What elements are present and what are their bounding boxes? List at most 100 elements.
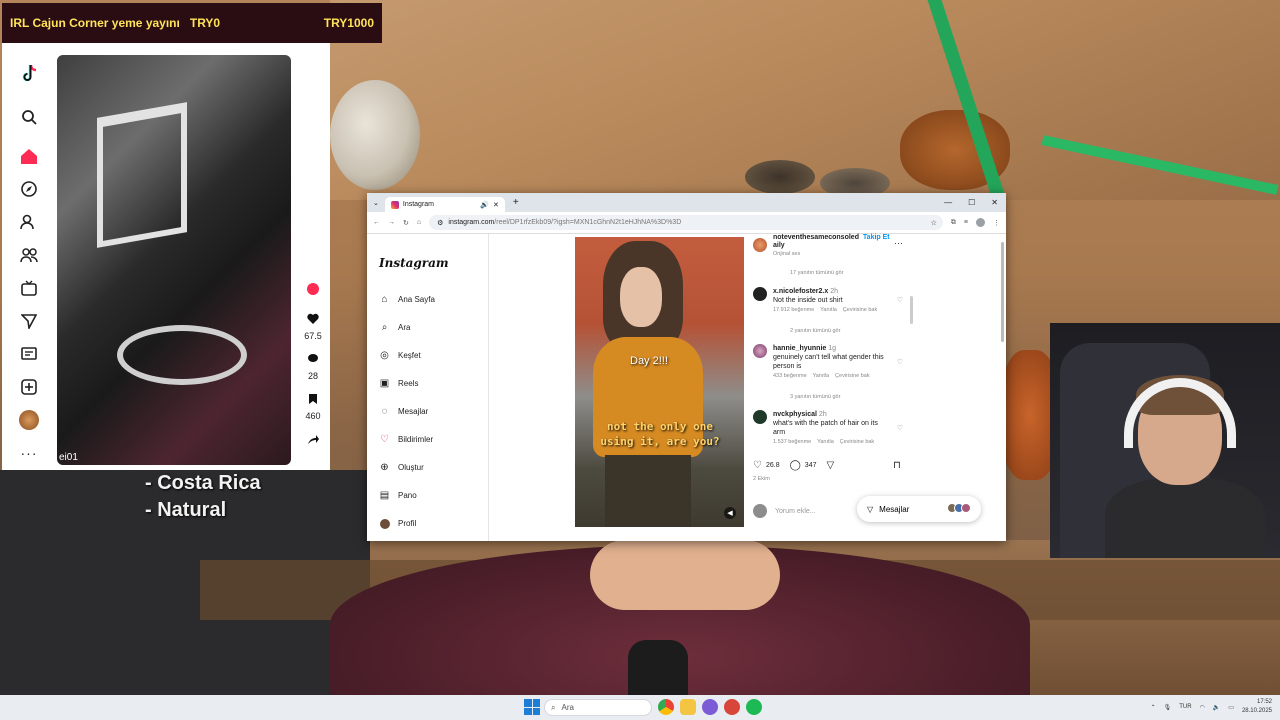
profile-avatar-icon[interactable] bbox=[18, 409, 40, 431]
nav-item-reels[interactable]: ▣ Reels bbox=[379, 378, 419, 389]
post-comment-count[interactable]: 347 bbox=[805, 462, 817, 469]
reply-link[interactable]: Yanıtla bbox=[820, 307, 837, 313]
nav-item-profile[interactable]: Profil bbox=[379, 518, 416, 529]
forward-icon[interactable]: → bbox=[388, 219, 395, 226]
reply-link[interactable]: Yanıtla bbox=[817, 439, 834, 445]
creator-avatar-icon[interactable] bbox=[302, 283, 324, 295]
microphone-icon[interactable]: 🎙 bbox=[1164, 704, 1172, 711]
comment-post-icon[interactable]: ◯ bbox=[790, 460, 801, 471]
commenter-avatar[interactable] bbox=[753, 410, 767, 424]
reply-link[interactable]: Yanıtla bbox=[812, 373, 829, 379]
browser-menu-icon[interactable]: ⋮ bbox=[993, 219, 1000, 227]
tray-overflow-icon[interactable]: ⌃ bbox=[1151, 704, 1156, 711]
comment-likes[interactable]: 433 beğenme bbox=[773, 373, 807, 379]
follow-button[interactable]: Takip Et bbox=[863, 234, 890, 241]
explore-icon[interactable] bbox=[18, 178, 40, 200]
nav-item-create[interactable]: ⊕ Oluştur bbox=[379, 462, 424, 473]
bookmark-icon[interactable] bbox=[302, 393, 324, 407]
comments-scrollbar[interactable] bbox=[910, 296, 913, 324]
instagram-logo[interactable]: Instagram bbox=[379, 256, 449, 270]
post-like-count[interactable]: 26.8 bbox=[766, 462, 780, 469]
language-indicator[interactable]: TUR bbox=[1179, 704, 1191, 710]
discord-icon[interactable] bbox=[702, 699, 718, 715]
tab-close-icon[interactable]: ✕ bbox=[493, 201, 499, 209]
view-replies-link[interactable]: 17 yanıtın tümünü gör bbox=[790, 270, 844, 276]
view-replies-link[interactable]: 2 yanıtın tümünü gör bbox=[790, 328, 840, 334]
file-explorer-icon[interactable] bbox=[680, 699, 696, 715]
clock[interactable]: 17:52 28.10.2025 bbox=[1242, 698, 1272, 716]
nav-item-dashboard[interactable]: ▤ Pano bbox=[379, 490, 417, 501]
battery-icon[interactable]: ▭ bbox=[1228, 704, 1234, 711]
nav-item-messages[interactable]: ◌ Mesajlar bbox=[379, 406, 429, 417]
wifi-icon[interactable]: ◠ bbox=[1200, 704, 1205, 711]
comment-likes[interactable]: 17.912 beğenme bbox=[773, 307, 814, 313]
comment-icon[interactable] bbox=[302, 353, 324, 367]
home-icon[interactable]: ⌂ bbox=[417, 219, 421, 226]
minimize-icon[interactable]: — bbox=[944, 198, 952, 207]
windows-start-icon[interactable] bbox=[524, 699, 540, 715]
page-scrollbar[interactable] bbox=[1001, 242, 1004, 342]
inbox-icon[interactable] bbox=[18, 343, 40, 365]
save-post-icon[interactable]: ⊓ bbox=[893, 460, 901, 471]
volume-icon[interactable]: 🔈 bbox=[1213, 704, 1220, 711]
share-post-icon[interactable]: ▽ bbox=[826, 460, 834, 471]
reel-video[interactable]: Day 2!!! not the only one using it, are … bbox=[575, 237, 744, 527]
live-icon[interactable] bbox=[18, 277, 40, 299]
comment-like-icon[interactable]: ♡ bbox=[897, 424, 903, 432]
like-icon[interactable] bbox=[302, 313, 324, 327]
media-icon[interactable]: ≡ bbox=[964, 219, 968, 226]
extensions-icon[interactable]: ⧉ bbox=[951, 219, 956, 227]
app-icon[interactable] bbox=[724, 699, 740, 715]
audio-icon[interactable]: 🔊 bbox=[480, 201, 489, 209]
comment-input[interactable]: Yorum ekle... bbox=[775, 508, 816, 515]
tiktok-username[interactable]: ei01 bbox=[59, 452, 78, 463]
search-icon[interactable] bbox=[18, 106, 40, 128]
comment-username[interactable]: hannie_hyunnie bbox=[773, 345, 826, 352]
comment-like-icon[interactable]: ♡ bbox=[897, 358, 903, 366]
spotify-icon[interactable] bbox=[746, 699, 762, 715]
home-icon[interactable] bbox=[18, 145, 40, 167]
new-tab-icon[interactable]: + bbox=[513, 197, 519, 208]
comment-username[interactable]: nvckphysical bbox=[773, 411, 817, 418]
translate-link[interactable]: Çevirisine bak bbox=[835, 373, 870, 379]
tab-menu-icon[interactable]: ⌄ bbox=[373, 199, 379, 207]
reload-icon[interactable]: ↻ bbox=[403, 219, 409, 227]
view-replies-link[interactable]: 3 yanıtın tümünü gör bbox=[790, 394, 840, 400]
more-options-icon[interactable]: ··· bbox=[894, 238, 903, 248]
messages-button[interactable]: ▽ Mesajlar bbox=[857, 496, 981, 522]
close-window-icon[interactable]: ✕ bbox=[991, 198, 998, 207]
maximize-icon[interactable]: ☐ bbox=[968, 198, 975, 207]
taskbar-search[interactable]: ⌕ Ara bbox=[544, 699, 652, 716]
commenter-avatar[interactable] bbox=[753, 344, 767, 358]
tiktok-logo-icon[interactable] bbox=[18, 63, 40, 85]
nav-item-search[interactable]: ⌕ Ara bbox=[379, 322, 411, 333]
tiktok-video[interactable] bbox=[57, 55, 291, 465]
share-icon[interactable] bbox=[302, 433, 324, 447]
nav-item-notifications[interactable]: ♡ Bildirimler bbox=[379, 434, 433, 445]
mute-icon[interactable]: ◀ bbox=[724, 507, 736, 519]
more-icon[interactable]: ··· bbox=[18, 442, 40, 464]
comment-username[interactable]: x.nicolefoster2.x bbox=[773, 288, 828, 295]
author-avatar[interactable] bbox=[753, 238, 767, 252]
messages-icon[interactable] bbox=[18, 310, 40, 332]
back-icon[interactable]: ← bbox=[373, 219, 380, 226]
tab-instagram[interactable]: Instagram 🔊 ✕ bbox=[384, 197, 505, 212]
friends-icon[interactable] bbox=[18, 244, 40, 266]
upload-icon[interactable] bbox=[18, 376, 40, 398]
comment-likes[interactable]: 1.537 beğenme bbox=[773, 439, 811, 445]
chrome-icon[interactable] bbox=[658, 699, 674, 715]
comment-like-icon[interactable]: ♡ bbox=[897, 296, 903, 304]
nav-item-explore[interactable]: ◎ Keşfet bbox=[379, 350, 421, 361]
site-info-icon[interactable]: ⚙ bbox=[437, 219, 443, 227]
profile-icon[interactable] bbox=[976, 218, 985, 227]
like-post-icon[interactable]: ♡ bbox=[753, 460, 762, 471]
translate-link[interactable]: Çevirisine bak bbox=[840, 439, 875, 445]
following-icon[interactable] bbox=[18, 211, 40, 233]
audio-label[interactable]: Orijinal ses bbox=[773, 251, 800, 257]
bookmark-star-icon[interactable]: ☆ bbox=[931, 219, 937, 227]
translate-link[interactable]: Çevirisine bak bbox=[843, 307, 878, 313]
author-username[interactable]: noteventhesameconsoled bbox=[773, 234, 859, 241]
nav-item-home[interactable]: ⌂ Ana Sayfa bbox=[379, 294, 434, 305]
address-bar[interactable]: ⚙ instagram.com/reel/DP1rfzEkb09/?igsh=M… bbox=[429, 215, 943, 230]
commenter-avatar[interactable] bbox=[753, 287, 767, 301]
